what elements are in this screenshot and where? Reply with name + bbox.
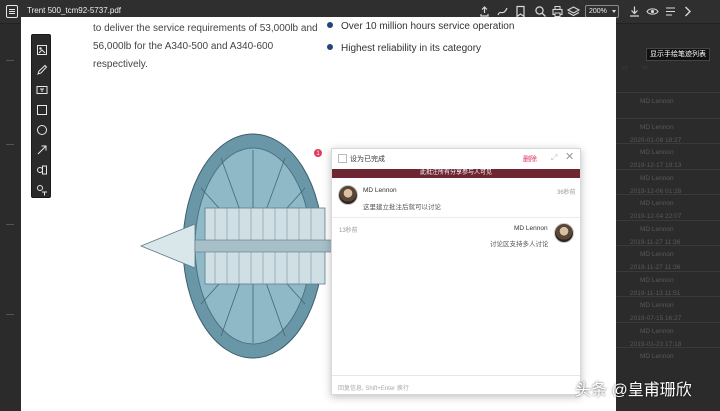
chevron-right-icon[interactable] xyxy=(681,5,694,18)
list-item-author[interactable]: MD Lennon xyxy=(640,149,674,156)
comment-panel: 设为已完成 删除 ⤢ ✕ 此批注所有分享参与人可见 MD Lennon 36秒前… xyxy=(331,148,581,395)
text-box-icon[interactable] xyxy=(36,84,48,96)
list-divider xyxy=(616,347,720,348)
expand-icon[interactable]: ⤢ xyxy=(551,154,559,162)
list-item-author[interactable]: MD Lennon xyxy=(640,277,674,284)
list-divider xyxy=(616,270,720,272)
list-divider xyxy=(616,168,720,170)
list-divider xyxy=(616,92,720,93)
text-search-icon[interactable] xyxy=(664,5,677,18)
arrow-icon[interactable] xyxy=(36,144,48,156)
eye-icon[interactable] xyxy=(646,5,659,18)
avatar xyxy=(338,185,358,205)
close-icon[interactable]: ✕ xyxy=(565,152,575,163)
list-divider xyxy=(616,143,720,144)
list-item-author[interactable]: MD Lennon xyxy=(640,175,674,182)
bullet-item: Highest reliability in its category xyxy=(327,43,481,54)
list-divider xyxy=(616,117,720,119)
comment-time: 13秒前 xyxy=(339,228,358,234)
comment-panel-header: 设为已完成 删除 ⤢ ✕ xyxy=(332,149,580,169)
list-item-author[interactable]: MD Lennon xyxy=(640,328,674,335)
list-item-author[interactable]: MD Lennon xyxy=(640,98,674,105)
select-icon[interactable] xyxy=(36,44,48,56)
pen-icon[interactable] xyxy=(36,64,48,76)
comment-count-badge[interactable]: 1 xyxy=(313,148,323,158)
comment-author: MD Lennon xyxy=(363,187,397,194)
zoom-value: 200% xyxy=(589,8,607,15)
gutter-mark xyxy=(6,144,14,145)
gutter-mark xyxy=(6,314,14,315)
avatar xyxy=(554,223,574,243)
list-divider xyxy=(616,219,720,221)
watermark: 头条 @皇甫珊欣 xyxy=(575,382,692,399)
list-item-author[interactable]: MD Lennon xyxy=(640,353,674,360)
paragraph-line: 56,000lb for the A340-500 and A340-600 r… xyxy=(93,41,274,70)
list-divider xyxy=(616,296,720,297)
left-gutter xyxy=(0,24,21,411)
engine-illustration[interactable] xyxy=(135,128,335,368)
tooltip: 显示手绘笔迹列表 xyxy=(646,48,710,61)
bullet-text: Highest reliability in its category xyxy=(341,43,482,54)
comment-author: MD Lennon xyxy=(514,225,548,232)
list-tab-icon[interactable]: ▭ xyxy=(622,64,628,71)
comment-text: 这里建立批注后就可以讨论 xyxy=(363,204,441,211)
visibility-banner: 此批注所有分享参与人可见 xyxy=(332,169,580,178)
text-tool-icon[interactable] xyxy=(36,184,48,196)
chevron-down-icon xyxy=(612,10,616,13)
bullet-text: Over 10 million hours service operation xyxy=(341,21,515,32)
list-tab-icon[interactable]: ▭ xyxy=(642,64,648,71)
mark-done-checkbox[interactable] xyxy=(338,154,347,163)
comment-text: 讨论区支持多人讨论 xyxy=(490,241,549,248)
list-divider xyxy=(616,321,720,323)
sidebar-icon[interactable] xyxy=(6,5,18,18)
gutter-mark xyxy=(6,60,14,61)
download-icon[interactable] xyxy=(628,5,641,18)
list-divider xyxy=(616,194,720,195)
list-item-author[interactable]: MD Lennon xyxy=(640,226,674,233)
divider xyxy=(332,217,580,218)
rectangle-icon[interactable] xyxy=(36,104,48,116)
list-divider xyxy=(616,245,720,246)
reply-placeholder: 回复信息, Shift+Enter 换行 xyxy=(338,386,409,392)
list-item-author[interactable]: MD Lennon xyxy=(640,124,674,131)
reply-input[interactable]: 回复信息, Shift+Enter 换行 xyxy=(332,375,580,396)
bullet-item: Over 10 million hours service operation xyxy=(327,21,514,32)
delete-button[interactable]: 删除 xyxy=(523,154,537,164)
list-item-author[interactable]: MD Lennon xyxy=(640,302,674,309)
mark-done-label[interactable]: 设为已完成 xyxy=(350,154,385,164)
list-item-author[interactable]: MD Lennon xyxy=(640,251,674,258)
list-item-author[interactable]: MD Lennon xyxy=(640,200,674,207)
circle-icon[interactable] xyxy=(36,124,48,136)
paragraph-line: to deliver the service requirements of 5… xyxy=(93,23,318,34)
bullet-dot xyxy=(327,22,333,28)
window-title: Trent 500_tcm92-5737.pdf xyxy=(27,6,121,15)
gutter-mark xyxy=(6,224,14,225)
comment-time: 36秒前 xyxy=(557,190,576,196)
annotation-palette xyxy=(31,34,51,198)
bullet-dot xyxy=(327,44,333,50)
page-paragraph: to deliver the service requirements of 5… xyxy=(93,20,323,74)
comment-icon[interactable] xyxy=(36,164,48,176)
